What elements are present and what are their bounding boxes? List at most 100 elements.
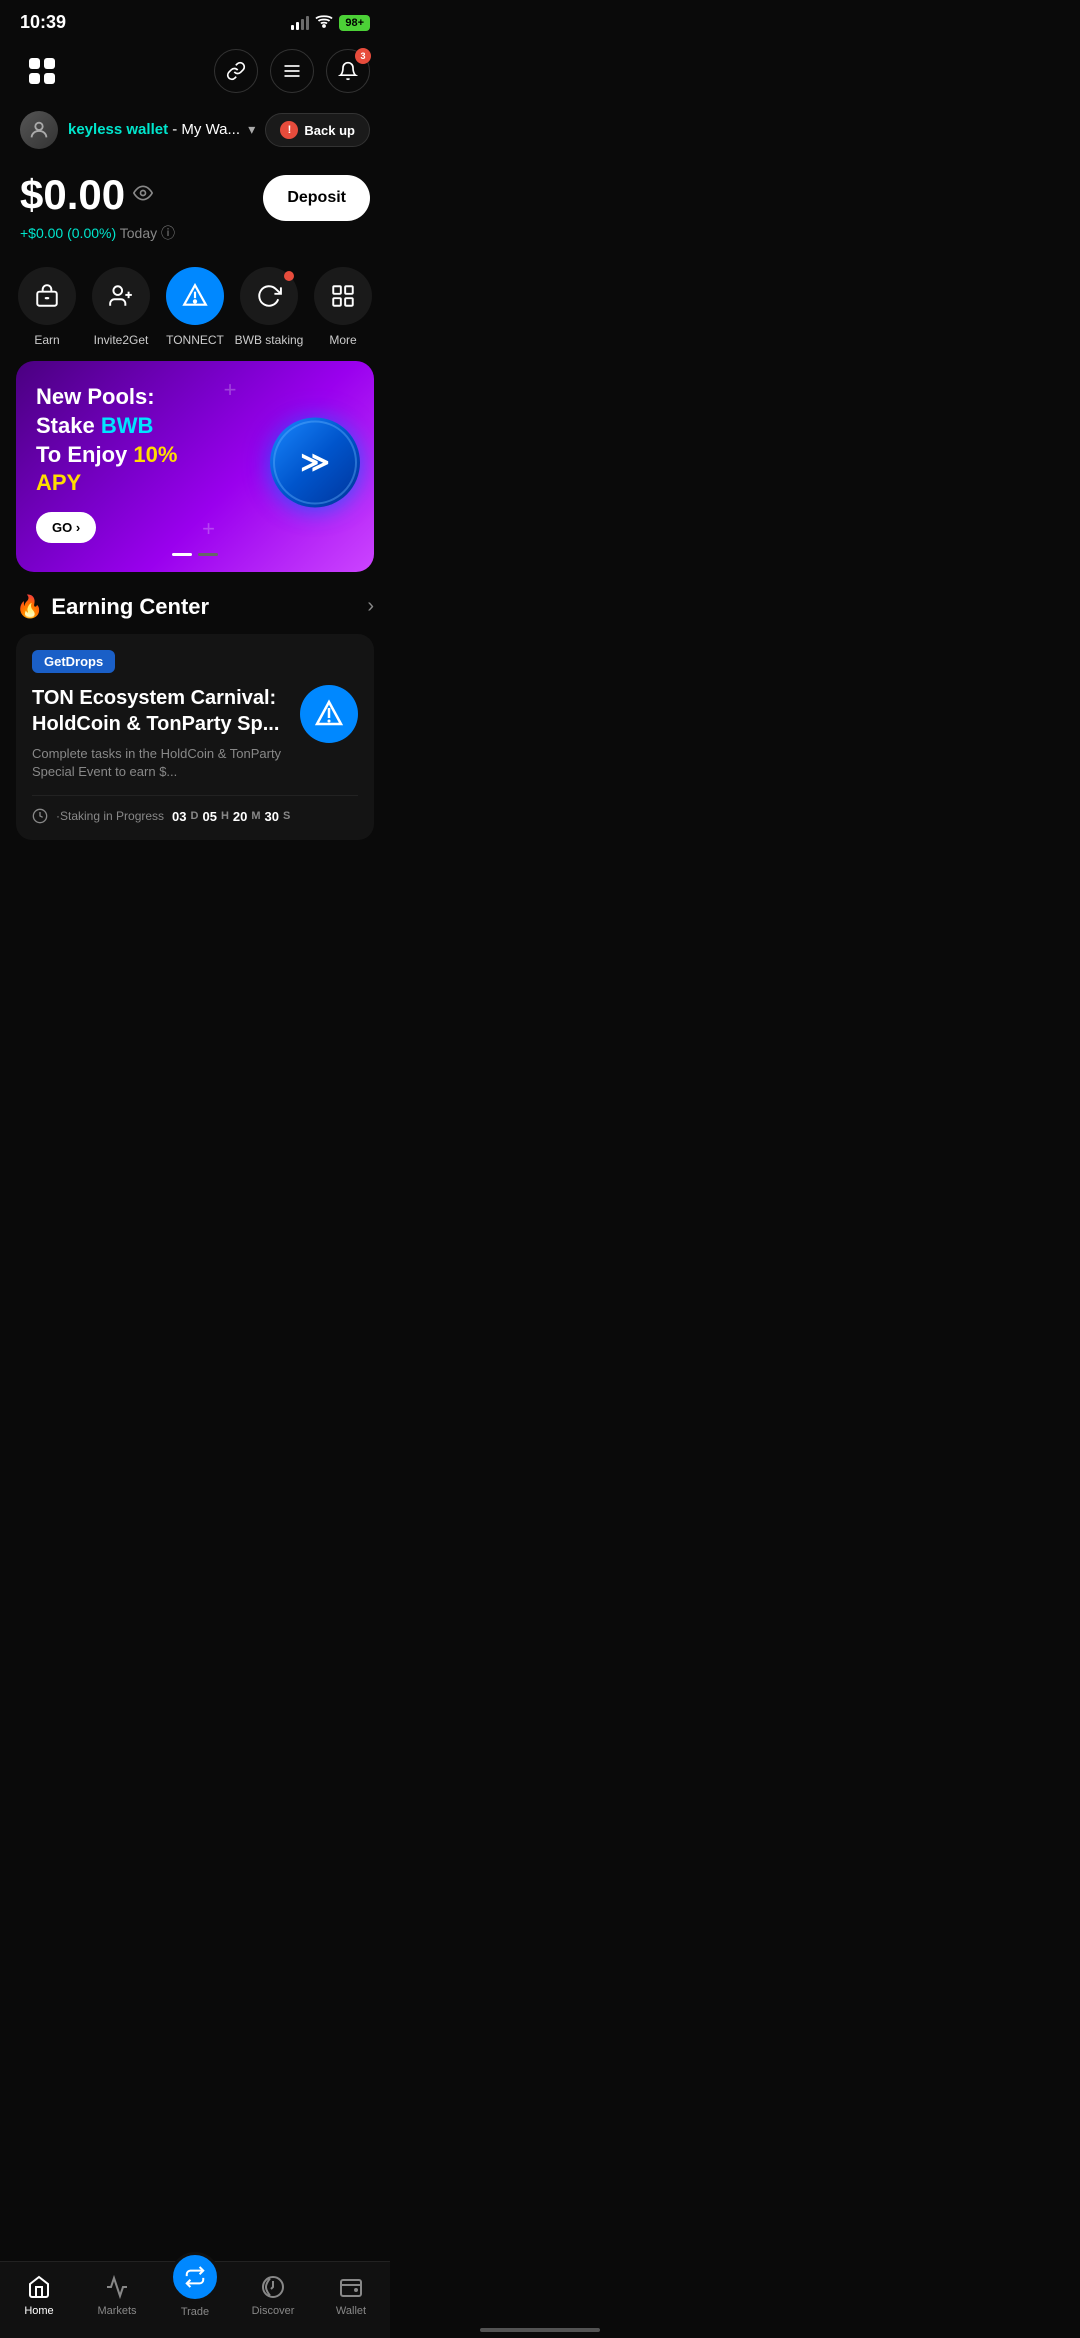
clock-icon (32, 808, 48, 824)
timer-days: 03 (172, 809, 186, 824)
balance-period-label: Today (120, 225, 157, 241)
getdrops-badge: GetDrops (32, 650, 115, 673)
action-invite[interactable]: Invite2Get (85, 267, 157, 347)
earning-card-icon (300, 685, 358, 743)
warning-icon: ! (280, 121, 298, 139)
action-bwb[interactable]: BWB staking (233, 267, 305, 347)
tonnect-label: TONNECT (166, 333, 224, 347)
balance-amount-row: $0.00 (20, 171, 175, 219)
banner-title: New Pools: Stake BWB To Enjoy 10% APY (36, 383, 211, 497)
bwb-label: BWB staking (235, 333, 304, 347)
deposit-button[interactable]: Deposit (263, 175, 370, 221)
banner-section: + + New Pools: Stake BWB To Enjoy 10% AP… (0, 351, 390, 575)
coin-circle: ≫ (270, 417, 360, 507)
chevron-down-icon: ▾ (248, 121, 255, 137)
more-label: More (329, 333, 356, 347)
action-tonnect[interactable]: TONNECT (159, 267, 231, 347)
earning-card-content: TON Ecosystem Carnival: HoldCoin & TonPa… (32, 685, 358, 781)
timer-minutes: 20 (233, 809, 247, 824)
home-label: Home (24, 2305, 53, 2317)
invite-icon-wrap (92, 267, 150, 325)
home-indicator (480, 2328, 600, 2332)
balance-delta: +$0.00 (0.00%) (20, 225, 116, 241)
banner-dots (36, 553, 354, 556)
trade-label: Trade (181, 2306, 209, 2318)
wifi-icon (315, 14, 333, 31)
markets-label: Markets (97, 2305, 136, 2317)
wallet-avatar (20, 111, 58, 149)
nav-discover[interactable]: Discover (243, 2273, 303, 2317)
earning-header: 🔥 Earning Center › (16, 594, 374, 620)
discover-label: Discover (252, 2305, 295, 2317)
banner-go-button[interactable]: GO › (36, 512, 96, 543)
nav-home[interactable]: Home (9, 2273, 69, 2317)
backup-label: Back up (304, 123, 355, 138)
backup-button[interactable]: ! Back up (265, 113, 370, 147)
earn-icon-wrap (18, 267, 76, 325)
link-button[interactable] (214, 49, 258, 93)
wallet-name-text: - My Wa... (172, 121, 240, 138)
banner-dot-1 (172, 553, 192, 556)
notification-badge: 3 (355, 48, 371, 64)
banner-line2: To Enjoy (36, 442, 133, 467)
earning-card-title: TON Ecosystem Carnival: HoldCoin & TonPa… (32, 685, 288, 737)
status-bar: 10:39 98+ (0, 0, 390, 41)
earning-card[interactable]: GetDrops TON Ecosystem Carnival: HoldCoi… (16, 634, 374, 840)
apps-button[interactable] (20, 49, 64, 93)
timer-hours-unit: H (221, 810, 229, 822)
earning-center-title: 🔥 Earning Center (16, 594, 209, 620)
earn-label: Earn (34, 333, 59, 347)
earning-chevron-right[interactable]: › (367, 595, 374, 618)
banner-highlight1: BWB (101, 413, 154, 438)
balance-value: $0.00 (20, 171, 125, 219)
balance-change: +$0.00 (0.00%) Today ⓘ (20, 223, 175, 243)
trade-icon-wrap (170, 2252, 220, 2302)
staking-label: ·Staking in Progress (56, 809, 164, 823)
wallet-info[interactable]: keyless wallet - My Wa... ▾ (20, 111, 255, 149)
home-icon-wrap (25, 2273, 53, 2301)
action-more[interactable]: More (307, 267, 379, 347)
nav-markets[interactable]: Markets (87, 2273, 147, 2317)
coin-arrow-icon: ≫ (300, 446, 329, 479)
info-icon: ⓘ (161, 225, 175, 241)
more-icon-wrap (314, 267, 372, 325)
bwb-red-dot (284, 271, 294, 281)
wallet-label: Wallet (336, 2305, 366, 2317)
bwb-icon-wrap (240, 267, 298, 325)
signal-icon (291, 16, 309, 30)
timer-minutes-unit: M (251, 810, 260, 822)
wallet-row: keyless wallet - My Wa... ▾ ! Back up (0, 105, 390, 161)
action-earn[interactable]: Earn (11, 267, 83, 347)
tonnect-icon-wrap (166, 267, 224, 325)
nav-wallet[interactable]: Wallet (321, 2273, 381, 2317)
header-nav: 3 (0, 41, 390, 105)
earning-section: 🔥 Earning Center › GetDrops TON Ecosyste… (0, 576, 390, 850)
menu-button[interactable] (270, 49, 314, 93)
timer-hours: 05 (202, 809, 216, 824)
eye-icon[interactable] (133, 183, 153, 208)
balance-section: $0.00 +$0.00 (0.00%) Today ⓘ Deposit (0, 161, 390, 259)
banner-plus-2: + (202, 516, 215, 542)
banner-plus-1: + (224, 377, 237, 403)
banner-dot-2 (198, 553, 218, 556)
staking-row: ·Staking in Progress 03 D 05 H 20 M 30 S (32, 795, 358, 824)
header-right-icons: 3 (214, 49, 370, 93)
wallet-icon-wrap (337, 2273, 365, 2301)
nav-trade[interactable]: Trade (165, 2272, 225, 2318)
banner-card[interactable]: + + New Pools: Stake BWB To Enjoy 10% AP… (16, 361, 374, 571)
wallet-name-container[interactable]: keyless wallet - My Wa... ▾ (68, 121, 255, 139)
banner-coin: ≫ (270, 417, 360, 507)
bottom-nav: Home Markets Trade Discover (0, 2261, 390, 2338)
earning-title-text: Earning Center (51, 594, 209, 620)
invite-label: Invite2Get (94, 333, 149, 347)
wallet-keyless-label: keyless wallet (68, 121, 168, 138)
earning-card-desc: Complete tasks in the HoldCoin & TonPart… (32, 745, 288, 781)
discover-icon-wrap (259, 2273, 287, 2301)
timer-seconds: 30 (265, 809, 279, 824)
status-time: 10:39 (20, 12, 66, 33)
status-icons: 98+ (291, 14, 370, 31)
timer-days-unit: D (191, 810, 199, 822)
fire-emoji: 🔥 (16, 594, 43, 620)
balance-left: $0.00 +$0.00 (0.00%) Today ⓘ (20, 171, 175, 243)
notification-button[interactable]: 3 (326, 49, 370, 93)
